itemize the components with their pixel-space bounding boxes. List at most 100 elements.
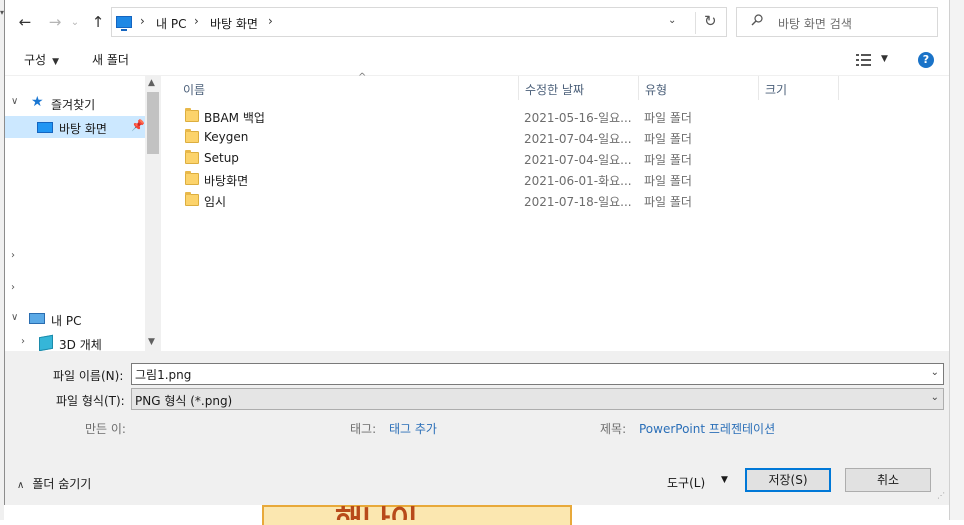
view-caret-down-icon[interactable]: ▼ (881, 54, 888, 64)
file-type: 파일 폴더 (644, 153, 692, 167)
folder-icon (185, 108, 199, 122)
scrollbar-thumb[interactable] (147, 92, 159, 154)
file-date: 2021-07-18-일요... (524, 195, 632, 209)
back-arrow-icon[interactable]: ← (15, 12, 35, 32)
filename-field[interactable]: ⌄ (131, 363, 944, 385)
file-row[interactable]: 바탕화면 2021-06-01-화요... 파일 폴더 (161, 169, 861, 190)
nav-scrollbar[interactable]: ▲ ▼ (145, 76, 161, 351)
nav-item-collapsed[interactable]: › (5, 246, 145, 268)
file-row[interactable]: Setup 2021-07-04-일요... 파일 폴더 (161, 148, 861, 169)
nav-label: 바탕 화면 (59, 122, 107, 136)
address-dropdown-icon[interactable]: ⌄ (668, 15, 676, 26)
column-header-name[interactable]: 이름 ^ (177, 72, 519, 100)
tags-label: 태그: (350, 422, 377, 436)
file-date: 2021-07-04-일요... (524, 153, 632, 167)
background-slide-text: 해나이 (335, 506, 418, 520)
nav-item-desktop[interactable]: 바탕 화면 📌 (5, 116, 145, 138)
nav-label: 즐겨찾기 (51, 98, 96, 112)
file-row[interactable]: 임시 2021-07-18-일요... 파일 폴더 (161, 190, 861, 211)
folder-icon (185, 150, 199, 164)
new-folder-button[interactable]: 새 폴더 (92, 51, 129, 68)
column-label: 수정한 날짜 (525, 83, 585, 97)
file-name: Setup (204, 151, 239, 165)
organize-button[interactable]: 구성 ▼ (24, 51, 59, 68)
sort-ascending-icon: ^ (358, 72, 367, 83)
view-options-icon[interactable] (856, 54, 872, 66)
caret-down-icon: ▼ (52, 57, 60, 67)
filetype-value: PNG 형식 (*.png) (135, 394, 233, 408)
save-options-panel: 파일 이름(N): ⌄ 파일 형식(T): PNG 형식 (*.png) ⌄ 만… (5, 351, 949, 505)
title-label: 제목: (600, 422, 627, 436)
authors-label: 만든 이: (85, 422, 126, 436)
nav-item-this-pc[interactable]: ∨ 내 PC (5, 308, 145, 330)
file-name: 바탕화면 (204, 174, 249, 188)
collapsed-chevron-icon[interactable]: › (11, 282, 15, 293)
folder-icon (185, 171, 199, 185)
breadcrumb-this-pc[interactable]: 내 PC (156, 15, 186, 32)
file-type: 파일 폴더 (644, 174, 692, 188)
collapsed-chevron-icon[interactable]: › (11, 250, 15, 261)
address-row: ← → ⌄ ↑ › 내 PC › 바탕 화면 › ⌄ ↻ 바탕 화면 검색 (5, 0, 949, 44)
breadcrumb-chevron-icon[interactable]: › (194, 14, 199, 28)
nav-item-collapsed[interactable]: › (5, 278, 145, 300)
search-box[interactable]: 바탕 화면 검색 (736, 7, 938, 37)
hide-folders-button[interactable]: ∧ 폴더 숨기기 (17, 475, 91, 492)
column-label: 이름 (183, 83, 206, 97)
filename-dropdown-icon[interactable]: ⌄ (931, 367, 939, 378)
filetype-select[interactable]: PNG 형식 (*.png) ⌄ (131, 388, 944, 410)
file-row[interactable]: Keygen 2021-07-04-일요... 파일 폴더 (161, 127, 861, 148)
background-window-edge-right (949, 0, 964, 520)
title-value-link[interactable]: PowerPoint 프레젠테이션 (639, 420, 775, 437)
breadcrumb-chevron-icon[interactable]: › (268, 14, 273, 28)
file-name: Keygen (204, 130, 249, 144)
search-icon (751, 14, 763, 26)
folder-icon (185, 192, 199, 206)
scroll-up-icon[interactable]: ▲ (148, 78, 155, 88)
computer-icon (29, 313, 45, 324)
file-date: 2021-06-01-화요... (524, 174, 632, 188)
column-label: 크기 (765, 83, 788, 97)
recent-dropdown-icon[interactable]: ⌄ (65, 12, 85, 32)
address-bar[interactable]: › 내 PC › 바탕 화면 › ⌄ ↻ (111, 7, 727, 37)
breadcrumb-desktop[interactable]: 바탕 화면 (210, 15, 258, 32)
column-header-size[interactable]: 크기 (759, 76, 839, 100)
nav-item-quick-access[interactable]: ∨ ★ 즐겨찾기 (5, 92, 145, 114)
command-bar: 구성 ▼ 새 폴더 ▼ ? (5, 44, 949, 76)
folder-icon (185, 129, 199, 143)
monitor-icon (116, 16, 132, 31)
file-type: 파일 폴더 (644, 195, 692, 209)
collapsed-chevron-icon[interactable]: › (21, 336, 25, 347)
resize-grip-icon[interactable]: ⋰ (937, 491, 945, 500)
pin-icon[interactable]: 📌 (131, 119, 145, 132)
breadcrumb-chevron-icon[interactable]: › (140, 14, 145, 28)
file-date: 2021-07-04-일요... (524, 132, 632, 146)
caret-down-icon: ▼ (721, 475, 728, 485)
forward-arrow-icon[interactable]: → (45, 12, 65, 32)
expanded-chevron-icon[interactable]: ∨ (11, 312, 18, 323)
column-label: 유형 (645, 83, 668, 97)
desktop-icon (37, 122, 53, 133)
organize-label: 구성 (24, 53, 47, 67)
file-date: 2021-05-16-일요... (524, 111, 632, 125)
3d-objects-icon (39, 334, 53, 352)
cancel-button[interactable]: 취소 (845, 468, 931, 492)
column-header-date[interactable]: 수정한 날짜 (519, 76, 639, 100)
scroll-down-icon[interactable]: ▼ (148, 337, 155, 347)
tools-button[interactable]: 도구(L) ▼ (661, 471, 733, 493)
save-button[interactable]: 저장(S) (745, 468, 831, 492)
column-header-type[interactable]: 유형 (639, 76, 759, 100)
search-placeholder: 바탕 화면 검색 (778, 17, 852, 31)
filetype-dropdown-icon[interactable]: ⌄ (931, 392, 939, 403)
up-arrow-icon[interactable]: ↑ (88, 12, 108, 32)
hide-folders-label: 폴더 숨기기 (32, 477, 92, 491)
file-list: 이름 ^ 수정한 날짜 유형 크기 BBAM 백업 2021-05-16-일요.… (161, 72, 949, 351)
help-icon[interactable]: ? (918, 52, 934, 68)
refresh-icon[interactable]: ↻ (704, 12, 717, 30)
chevron-up-icon: ∧ (17, 480, 25, 491)
nav-label: 내 PC (51, 314, 82, 328)
add-tag-link[interactable]: 태그 추가 (389, 420, 437, 437)
file-row[interactable]: BBAM 백업 2021-05-16-일요... 파일 폴더 (161, 106, 861, 127)
expanded-chevron-icon[interactable]: ∨ (11, 96, 18, 107)
filename-input[interactable] (135, 366, 915, 382)
file-name: BBAM 백업 (204, 111, 265, 125)
